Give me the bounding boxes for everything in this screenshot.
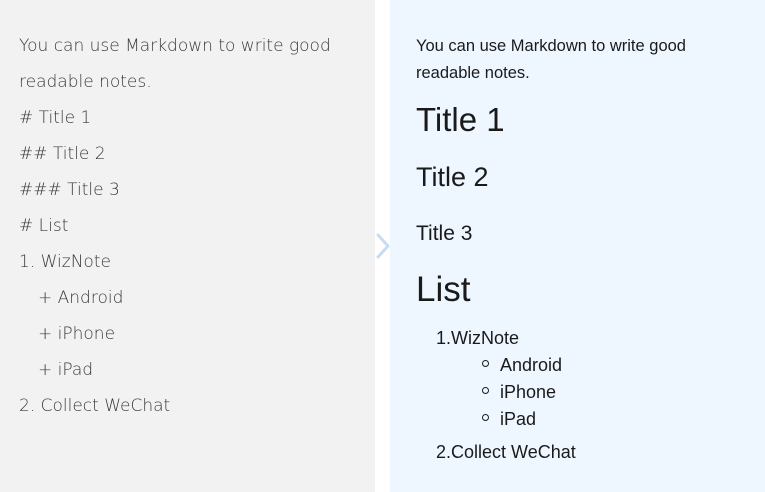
preview-subitem-iphone: iPhone <box>500 382 557 402</box>
preview-title3: Title 3 <box>416 222 473 245</box>
editor-line-title3: ### Title 3 <box>19 180 120 200</box>
editor-intro-text: You can use Markdown to write good reada… <box>19 36 331 92</box>
bullet-icon <box>482 414 489 421</box>
editor-line-title1: # Title 1 <box>19 108 92 128</box>
editor-line-ipad: + iPad <box>38 360 94 380</box>
preview-list-item-2: 2.Collect WeChat <box>436 442 576 462</box>
preview-title2: Title 2 <box>416 162 489 192</box>
preview-subitem-android: Android <box>500 355 563 375</box>
markdown-demo: You can use Markdown to write good reada… <box>0 0 765 492</box>
editor-line-android: + Android <box>38 288 124 308</box>
editor-line-list: # List <box>19 216 69 236</box>
preview-subitem-ipad: iPad <box>500 409 537 429</box>
editor-line-item2: 2. Collect WeChat <box>19 396 171 416</box>
editor-line-iphone: + iPhone <box>38 324 116 344</box>
bullet-icon <box>482 387 489 394</box>
preview-list-item-1: 1.WizNote <box>436 328 520 348</box>
markdown-editor-pane[interactable]: You can use Markdown to write good reada… <box>0 0 375 492</box>
preview-list-heading: List <box>416 270 471 309</box>
editor-line-title2: ## Title 2 <box>19 144 106 164</box>
editor-line-item1: 1. WizNote <box>19 252 111 272</box>
preview-intro-text: You can use Markdown to write good reada… <box>416 37 686 82</box>
markdown-preview-pane: You can use Markdown to write good reada… <box>390 0 765 492</box>
preview-title1: Title 1 <box>416 101 505 138</box>
bullet-icon <box>482 360 489 367</box>
